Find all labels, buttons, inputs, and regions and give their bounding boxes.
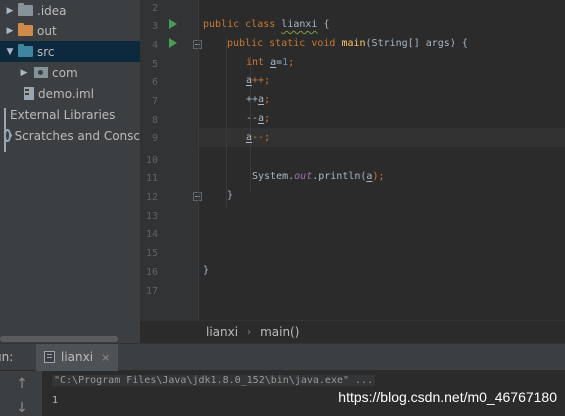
watermark-url: https://blog.csdn.net/m0_46767180 <box>338 389 557 405</box>
close-icon[interactable]: × <box>101 351 110 364</box>
indent-guide <box>226 37 227 207</box>
run-class-icon[interactable] <box>169 19 177 29</box>
arrow-down-icon[interactable]: ↓ <box>12 399 32 416</box>
code-line-4: public static void main(String[] args) { <box>227 35 468 53</box>
line-number: 7 <box>151 96 158 107</box>
line-number: 14 <box>145 229 158 240</box>
console-tab-icon <box>44 351 55 363</box>
chevron-right-icon[interactable]: ▶ <box>4 6 16 16</box>
class-name: lianxi <box>281 19 318 30</box>
line-number: 17 <box>145 286 158 297</box>
breadcrumb-separator: › <box>247 326 252 338</box>
run-panel-header: un: lianxi × <box>0 343 565 371</box>
line-number: 12 <box>145 192 158 203</box>
line-number: 5 <box>151 59 158 70</box>
method-name: main <box>341 38 366 49</box>
tree-item-label: src <box>37 44 55 59</box>
tree-item-external-libraries[interactable]: External Libraries <box>0 104 140 152</box>
arrow-up-icon[interactable]: ↑ <box>12 375 32 393</box>
run-main-icon[interactable] <box>169 38 177 48</box>
line-number: 15 <box>145 248 158 259</box>
chevron-right-icon[interactable]: ▶ <box>18 68 30 78</box>
line-number: 16 <box>145 267 158 278</box>
line-number: 2 <box>151 3 158 14</box>
line-number: 4 <box>151 40 158 51</box>
operator: ++; <box>252 75 271 86</box>
keyword: void <box>311 38 336 49</box>
code-line-7: ++a; <box>246 91 270 109</box>
tree-item-out[interactable]: ▶ out <box>0 20 140 41</box>
params: (String[] args) <box>365 38 456 49</box>
method-call: .println( <box>312 171 367 182</box>
code-line-11: System.out.println(a); <box>252 168 384 186</box>
tree-item-label: External Libraries <box>10 107 116 122</box>
semicolon: ); <box>372 171 385 182</box>
chevron-right-icon[interactable]: ▶ <box>4 26 16 36</box>
semicolon: ; <box>264 113 271 124</box>
code-line-5: int a=1; <box>246 54 294 72</box>
code-line-8: --a; <box>246 110 270 128</box>
tree-item-idea[interactable]: ▶ .idea <box>0 0 140 21</box>
folder-icon <box>18 23 33 36</box>
code-line-9: a--; <box>246 129 270 147</box>
line-number: 9 <box>151 133 158 144</box>
line-number: 10 <box>145 155 158 166</box>
breadcrumb-item-method[interactable]: main() <box>260 325 299 339</box>
tree-item-label: out <box>37 23 57 38</box>
console-output-line: 1 <box>52 395 59 406</box>
keyword: public <box>227 38 264 49</box>
folder-icon <box>18 3 33 16</box>
tree-item-label: .idea <box>37 3 67 18</box>
keyword: int <box>246 57 265 68</box>
line-number: 8 <box>151 115 158 126</box>
run-tab-label: lianxi <box>61 350 94 364</box>
operator: -- <box>246 113 259 124</box>
module-file-icon <box>24 87 34 100</box>
package-icon <box>34 67 48 78</box>
editor-gutter: 2 3 4 5 6 7 8 9 10 11 12 13 14 15 16 17 <box>140 0 202 320</box>
code-line-16: } <box>203 265 210 276</box>
breadcrumb: lianxi › main() <box>140 320 565 343</box>
code-line-3: public class lianxi { <box>203 16 329 34</box>
tree-item-src[interactable]: ▼ src <box>0 41 140 62</box>
tree-item-demo-iml[interactable]: demo.iml <box>0 83 140 104</box>
keyword: public <box>203 19 240 30</box>
breadcrumb-item-class[interactable]: lianxi <box>206 325 238 339</box>
tree-item-com[interactable]: ▶ com <box>0 62 140 83</box>
run-tab-lianxi[interactable]: lianxi × <box>36 343 119 371</box>
semicolon: ; <box>288 57 295 68</box>
run-label: un: <box>0 350 14 364</box>
class-ref: System. <box>252 171 295 182</box>
line-number: 6 <box>151 77 158 88</box>
tree-item-label: demo.iml <box>38 86 94 101</box>
code-line-6: a++; <box>246 72 270 90</box>
line-number: 13 <box>145 211 158 222</box>
operator: --; <box>252 132 271 143</box>
static-field: out <box>294 171 313 182</box>
libraries-icon <box>4 108 6 152</box>
project-panel: ▶ .idea ▶ out ▼ src ▶ com demo.iml Exter… <box>0 0 140 343</box>
run-toolbar: ↑ ↓ <box>0 371 42 416</box>
line-number: 11 <box>145 173 158 184</box>
brace: { <box>317 19 330 30</box>
line-number: 3 <box>151 21 158 32</box>
tree-item-label: com <box>52 65 78 80</box>
keyword: class <box>245 19 276 30</box>
horizontal-scrollbar[interactable] <box>0 336 118 342</box>
console-command-line[interactable]: "C:\Program Files\Java\jdk1.8.0_152\bin\… <box>52 375 376 386</box>
brace: { <box>455 38 468 49</box>
tree-item-scratches[interactable]: Scratches and Consc <box>0 125 140 146</box>
chevron-down-icon[interactable]: ▼ <box>4 47 16 57</box>
code-line-12: } <box>227 190 234 201</box>
keyword: static <box>269 38 306 49</box>
scratches-icon <box>4 129 12 142</box>
gutter-divider <box>198 0 199 320</box>
semicolon: ; <box>264 94 271 105</box>
operator: ++ <box>246 94 259 105</box>
folder-icon <box>18 44 33 57</box>
tree-item-label: Scratches and Consc <box>14 128 140 143</box>
code-editor[interactable]: 2 3 4 5 6 7 8 9 10 11 12 13 14 15 16 17 … <box>140 0 565 320</box>
